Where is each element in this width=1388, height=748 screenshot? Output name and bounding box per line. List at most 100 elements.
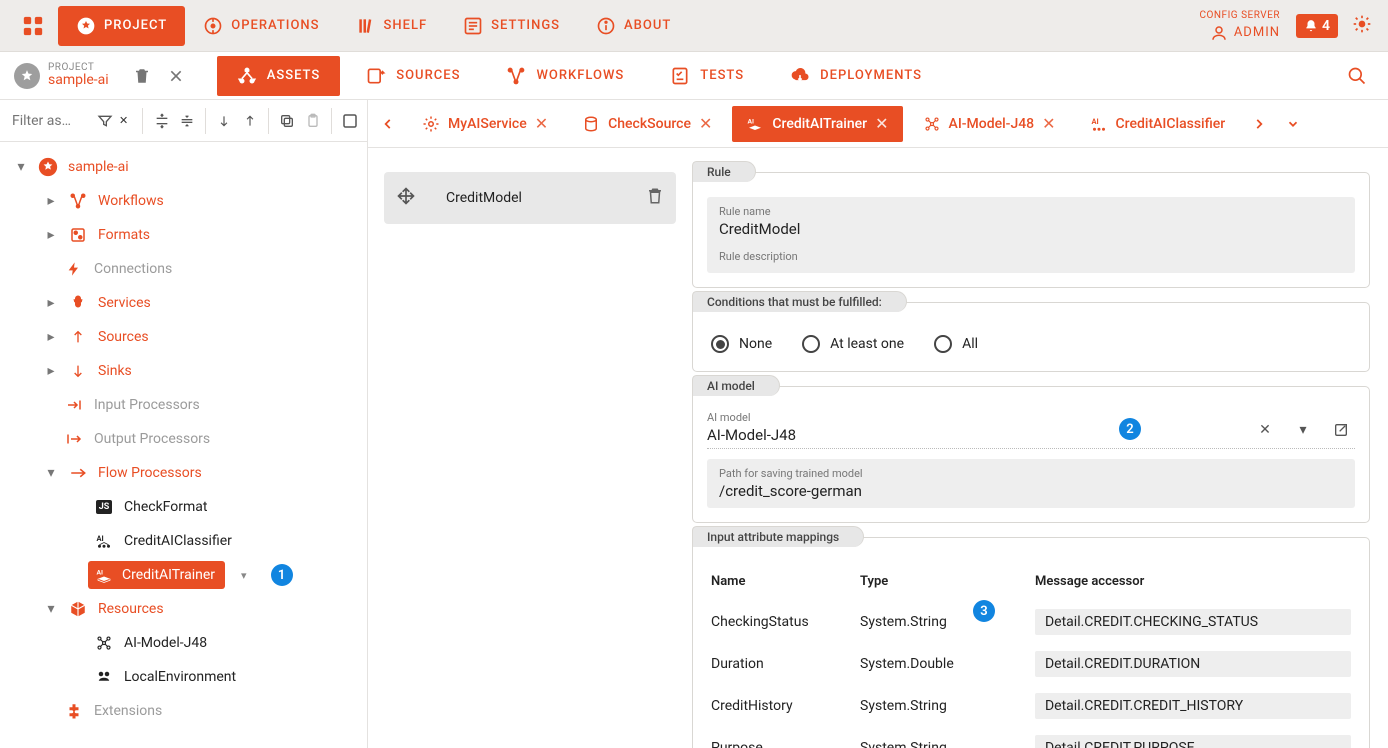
rule-chip-label: CreditModel: [446, 190, 522, 206]
tree-output-processors[interactable]: Output Processors: [0, 422, 367, 456]
nav-settings[interactable]: SETTINGS: [445, 6, 578, 46]
attr-accessor[interactable]: Detail.CREDIT.PURPOSE: [1035, 735, 1351, 748]
tree-connections[interactable]: Connections: [0, 252, 367, 286]
tree-services[interactable]: ▸ Services: [0, 286, 367, 320]
project-chip[interactable]: PROJECT sample-ai: [4, 56, 119, 96]
nav-shelf[interactable]: SHELF: [338, 6, 446, 46]
rule-desc-label: Rule description: [719, 250, 1343, 263]
tab-scroll-left-icon[interactable]: [374, 110, 402, 138]
nav-operations[interactable]: OPERATIONS: [185, 6, 337, 46]
drag-handle-icon[interactable]: [396, 186, 416, 210]
tree-trainer-menu-icon[interactable]: ▾: [241, 569, 247, 582]
radio-all[interactable]: All: [934, 335, 978, 353]
subnav-sources[interactable]: SOURCES: [346, 56, 480, 96]
subnav-workflows-label: WORKFLOWS: [536, 68, 624, 83]
tree-extensions[interactable]: Extensions: [0, 694, 367, 728]
sort-up-icon[interactable]: [239, 107, 260, 135]
attr-accessor[interactable]: Detail.CREDIT.DURATION: [1035, 651, 1351, 677]
callout-badge-2: 2: [1119, 418, 1141, 440]
filter-assets-input[interactable]: [6, 113, 90, 129]
tab-checksource[interactable]: CheckSource ✕: [568, 106, 726, 142]
paste-icon[interactable]: [302, 107, 323, 135]
close-project-icon[interactable]: [159, 59, 193, 93]
rule-chip-creditmodel[interactable]: CreditModel: [384, 172, 676, 224]
subnav-sources-label: SOURCES: [396, 68, 460, 83]
tab-aimodelj48[interactable]: AI-Model-J48 ✕: [909, 106, 1070, 142]
rule-name-value[interactable]: CreditModel: [719, 220, 1343, 238]
tree-sinks[interactable]: ▸ Sinks: [0, 354, 367, 388]
tree-workflows[interactable]: ▸ Workflows: [0, 184, 367, 218]
classifier-icon: AI: [1090, 115, 1108, 133]
delete-project-icon[interactable]: [125, 59, 159, 93]
model-path-value[interactable]: /credit_score-german: [719, 482, 1343, 500]
tree-root[interactable]: ▾ sample-ai: [0, 150, 367, 184]
subnav-tests[interactable]: TESTS: [650, 56, 764, 96]
tree-localenv[interactable]: LocalEnvironment: [0, 660, 367, 694]
tree-formats[interactable]: ▸ Formats: [0, 218, 367, 252]
tab-scroll-right-icon[interactable]: [1245, 110, 1273, 138]
tab-close-icon[interactable]: ✕: [699, 114, 712, 133]
attr-accessor[interactable]: Detail.CREDIT.CHECKING_STATUS: [1035, 609, 1351, 635]
attr-accessor[interactable]: Detail.CREDIT.CREDIT_HISTORY: [1035, 693, 1351, 719]
tree-aimodel[interactable]: AI-Model-J48: [0, 626, 367, 660]
subnav-assets[interactable]: ASSETS: [217, 56, 341, 96]
radio-none[interactable]: None: [711, 335, 772, 353]
tree-input-processors[interactable]: Input Processors: [0, 388, 367, 422]
model-dropdown-icon[interactable]: ▾: [1289, 416, 1317, 444]
open-model-icon[interactable]: [1327, 416, 1355, 444]
config-server-block: CONFIG SERVER ADMIN: [1200, 10, 1280, 42]
tab-myaiservice-label: MyAIService: [448, 116, 527, 132]
collapse-all-icon[interactable]: [176, 107, 197, 135]
svg-text:AI: AI: [1091, 117, 1098, 126]
notifications-badge[interactable]: 4: [1296, 14, 1338, 38]
tree-classifier[interactable]: AI CreditAIClassifier: [0, 524, 367, 558]
clear-model-icon[interactable]: ✕: [1251, 416, 1279, 444]
nav-project[interactable]: PROJECT: [58, 6, 185, 46]
brightness-icon[interactable]: [1352, 14, 1372, 38]
subnav-deployments[interactable]: DEPLOYMENTS: [770, 56, 942, 96]
sort-down-icon[interactable]: [214, 107, 235, 135]
rule-name-label: Rule name: [719, 205, 1343, 218]
tab-creditaitrainer[interactable]: AI CreditAITrainer ✕: [732, 106, 902, 142]
expand-all-icon[interactable]: [151, 107, 172, 135]
attr-name: CreditHistory: [707, 685, 856, 727]
tab-creditaiclassifier[interactable]: AI CreditAIClassifier: [1076, 106, 1240, 142]
user-admin[interactable]: ADMIN: [1210, 24, 1280, 42]
content-pane: MyAIService ✕ CheckSource ✕ AI CreditAIT…: [368, 100, 1388, 748]
tree-flow-processors[interactable]: ▾ Flow Processors: [0, 456, 367, 490]
tree-sources[interactable]: ▸ Sources: [0, 320, 367, 354]
user-admin-label: ADMIN: [1234, 25, 1280, 40]
search-icon[interactable]: [1340, 59, 1374, 93]
tree-resources[interactable]: ▾ Resources: [0, 592, 367, 626]
table-row: Duration System.Double Detail.CREDIT.DUR…: [707, 643, 1355, 685]
project-name: sample-ai: [48, 73, 109, 88]
filter-icon[interactable]: [94, 107, 115, 135]
delete-rule-icon[interactable]: [646, 187, 664, 209]
source-icon: [582, 115, 600, 133]
col-msg-header: Message accessor: [1031, 568, 1355, 601]
nav-about[interactable]: ABOUT: [578, 6, 689, 46]
tree-checkformat[interactable]: JS CheckFormat: [0, 490, 367, 524]
subnav-workflows[interactable]: WORKFLOWS: [486, 56, 644, 96]
tree-trainer[interactable]: AI CreditAITrainer ▾ 1: [0, 558, 367, 592]
col-type-header: Type: [856, 568, 1031, 601]
radio-atleast[interactable]: At least one: [802, 335, 904, 353]
copy-icon[interactable]: [277, 107, 298, 135]
tab-myaiservice[interactable]: MyAIService ✕: [408, 106, 562, 142]
trainer-icon: AI: [746, 115, 764, 133]
filter-clear-icon[interactable]: ✕: [113, 107, 134, 135]
notif-count: 4: [1322, 18, 1330, 34]
table-row: CheckingStatus System.String Detail.CRED…: [707, 601, 1355, 643]
tab-close-icon[interactable]: ✕: [535, 114, 548, 133]
model-path-label: Path for saving trained model: [719, 467, 1343, 480]
ai-model-field-value[interactable]: AI-Model-J48: [707, 426, 1109, 444]
attr-type: System.String: [856, 685, 1031, 727]
tab-close-icon[interactable]: ✕: [875, 114, 888, 133]
ai-model-panel-tab: AI model: [692, 375, 780, 396]
checkbox-icon[interactable]: [340, 107, 361, 135]
app-logo-icon[interactable]: [22, 15, 44, 37]
tab-menu-icon[interactable]: [1279, 110, 1307, 138]
tab-close-icon[interactable]: ✕: [1042, 114, 1055, 133]
attr-name: Duration: [707, 643, 856, 685]
radio-all-label: All: [962, 336, 978, 352]
